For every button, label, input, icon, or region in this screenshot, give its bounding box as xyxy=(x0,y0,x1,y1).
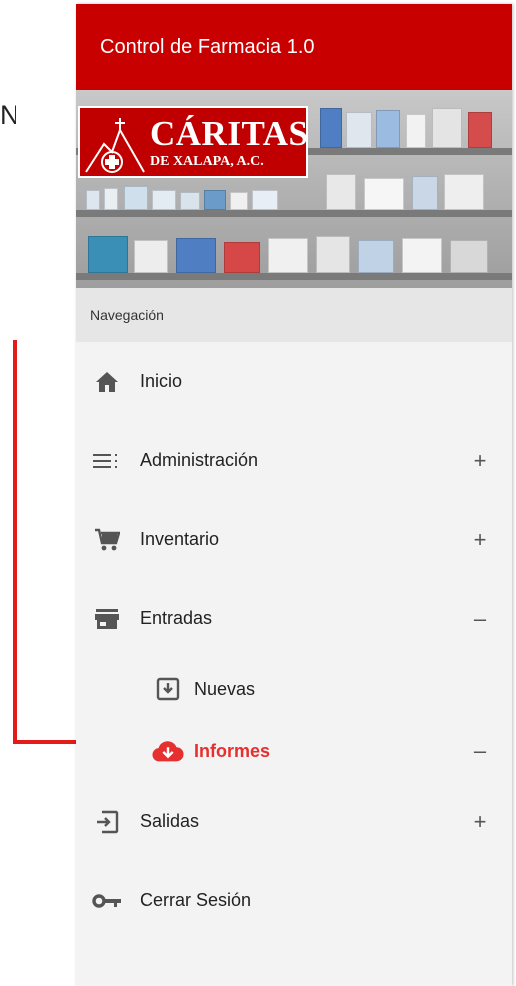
navigation-drawer: Control de Farmacia 1.0 CÁRITAS DE XALAP… xyxy=(76,4,512,986)
nav-item-cerrar-sesion[interactable]: Cerrar Sesión xyxy=(76,861,512,940)
nav-item-salidas[interactable]: Salidas + xyxy=(76,782,512,861)
expand-toggle[interactable]: + xyxy=(472,448,488,474)
cloud-download-icon xyxy=(152,738,184,764)
pharmacy-banner-image: CÁRITAS DE XALAPA, A.C. xyxy=(76,90,512,288)
nav-section-title: Navegación xyxy=(76,288,512,342)
nav-item-administracion[interactable]: Administración + xyxy=(76,421,512,500)
nav-item-label: Entradas xyxy=(140,608,213,628)
nav-subitem-nuevas[interactable]: Nuevas xyxy=(76,658,512,720)
collapse-toggle[interactable]: – xyxy=(472,606,488,632)
nav-menu: Inicio Administración + Inventario + Ent… xyxy=(76,342,512,940)
mountain-cross-emblem-icon xyxy=(85,118,145,173)
expand-toggle[interactable]: + xyxy=(472,809,488,835)
logo-title: CÁRITAS xyxy=(150,114,309,153)
caritas-logo: CÁRITAS DE XALAPA, A.C. xyxy=(78,106,308,178)
expand-toggle[interactable]: + xyxy=(472,527,488,553)
nav-item-entradas[interactable]: Entradas – xyxy=(76,579,512,658)
key-icon xyxy=(91,888,123,914)
nav-item-label: Inicio xyxy=(140,371,183,391)
collapse-toggle[interactable]: – xyxy=(472,738,488,764)
nav-item-label: Inventario xyxy=(140,529,220,549)
nav-item-label: Informes xyxy=(194,740,271,761)
logo-subtitle: DE XALAPA, A.C. xyxy=(150,154,264,169)
nav-item-inventario[interactable]: Inventario + xyxy=(76,500,512,579)
annotation-line-vertical xyxy=(13,340,17,744)
annotation-line-horizontal xyxy=(13,740,83,744)
nav-item-label: Salidas xyxy=(140,811,200,831)
nav-subitem-informes[interactable]: Informes – xyxy=(76,720,512,782)
cart-icon xyxy=(91,527,123,553)
inbox-download-icon xyxy=(152,676,184,702)
nav-item-label: Cerrar Sesión xyxy=(140,890,252,910)
nav-item-label: Administración xyxy=(140,450,259,470)
list-icon xyxy=(91,448,123,474)
home-icon xyxy=(91,369,123,395)
nav-item-inicio[interactable]: Inicio xyxy=(76,342,512,421)
store-icon xyxy=(91,606,123,632)
exit-to-app-icon xyxy=(91,809,123,835)
app-title: Control de Farmacia 1.0 xyxy=(76,4,512,90)
nav-item-label: Nuevas xyxy=(194,678,256,699)
cropped-text: N xyxy=(0,100,16,130)
